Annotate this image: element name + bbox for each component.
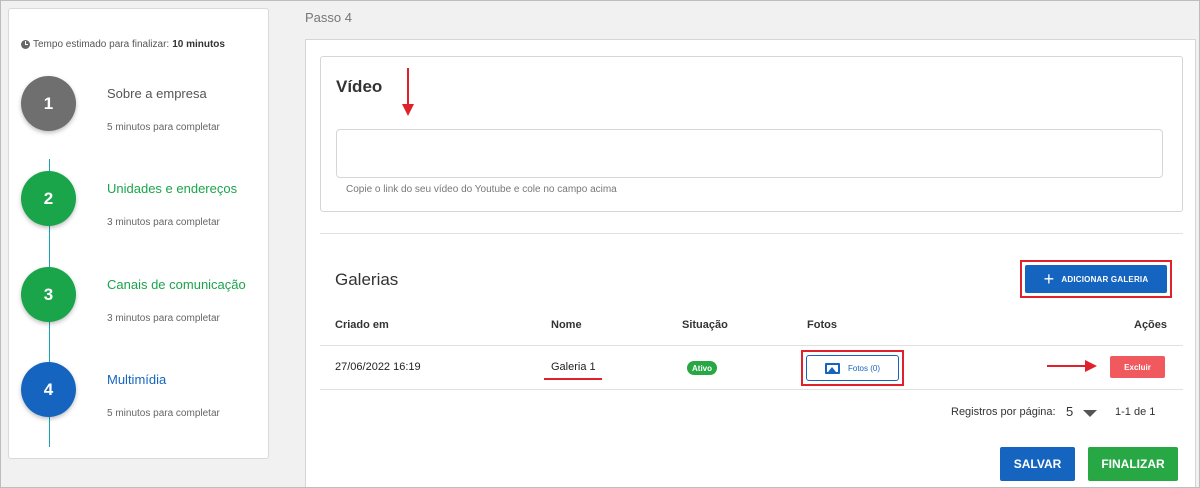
add-gallery-highlight: + ADICIONAR GALERIA <box>1020 260 1172 298</box>
photos-highlight: Fotos (0) <box>801 350 904 386</box>
column-header-name: Nome <box>551 319 582 331</box>
step-duration: 5 minutos para completar <box>107 408 220 419</box>
step-number-circle: 2 <box>21 171 76 226</box>
delete-button[interactable]: Excluir <box>1110 356 1165 378</box>
status-badge: Ativo <box>687 361 717 375</box>
column-header-status: Situação <box>682 319 728 331</box>
column-header-actions: Ações <box>1134 319 1168 331</box>
step-number-circle: 1 <box>21 76 76 131</box>
column-header-created: Criado em <box>335 319 389 331</box>
galleries-title: Galerias <box>335 270 399 289</box>
step-duration: 5 minutos para completar <box>107 122 220 133</box>
pagination-label: Registros por página: <box>951 406 1056 418</box>
video-help-text: Copie o link do seu vídeo do Youtube e c… <box>346 184 617 195</box>
video-title: Vídeo <box>336 77 383 96</box>
estimated-time: Tempo estimado para finalizar: 10 minuto… <box>21 39 225 50</box>
video-section: Vídeo Copie o link do seu vídeo do Youtu… <box>320 56 1183 212</box>
step-number-circle: 3 <box>21 267 76 322</box>
plus-icon: + <box>1043 269 1055 289</box>
step-title: Passo 4 <box>305 10 352 25</box>
step-label: Multimídia <box>107 372 167 387</box>
step-label: Sobre a empresa <box>107 86 207 101</box>
step-label: Unidades e endereços <box>107 181 238 196</box>
annotation-arrow-right-icon <box>1047 360 1097 372</box>
annotation-arrow-down-icon <box>402 68 414 116</box>
step-duration: 3 minutos para completar <box>107 217 220 228</box>
table-row-divider <box>320 389 1183 390</box>
photos-label: Fotos (0) <box>847 363 880 373</box>
per-page-value[interactable]: 5 <box>1066 404 1073 419</box>
clock-icon <box>21 40 30 49</box>
step-number-circle: 4 <box>21 362 76 417</box>
photos-icon <box>824 362 840 374</box>
main-card: Vídeo Copie o link do seu vídeo do Youtu… <box>305 39 1196 487</box>
per-page-dropdown-icon[interactable] <box>1083 410 1097 417</box>
estimated-time-value: 10 minutos <box>172 39 225 50</box>
pagination-range: 1-1 de 1 <box>1115 406 1156 418</box>
add-gallery-button[interactable]: + ADICIONAR GALERIA <box>1025 265 1167 293</box>
video-url-input[interactable] <box>336 129 1163 178</box>
step-duration: 3 minutos para completar <box>107 313 220 324</box>
table-header-divider <box>320 345 1183 346</box>
column-header-photos: Fotos <box>807 319 837 331</box>
name-highlight-underline <box>544 378 602 380</box>
section-divider <box>320 233 1183 234</box>
step-label: Canais de comunicação <box>107 277 246 292</box>
cell-created: 27/06/2022 16:19 <box>335 361 421 373</box>
estimated-time-label: Tempo estimado para finalizar: <box>33 39 170 50</box>
photos-button[interactable]: Fotos (0) <box>806 355 899 381</box>
steps-sidebar: Tempo estimado para finalizar: 10 minuto… <box>8 8 269 459</box>
finish-button[interactable]: FINALIZAR <box>1088 447 1178 481</box>
cell-name: Galeria 1 <box>551 361 596 373</box>
save-button[interactable]: SALVAR <box>1000 447 1075 481</box>
add-gallery-label: ADICIONAR GALERIA <box>1061 274 1149 284</box>
